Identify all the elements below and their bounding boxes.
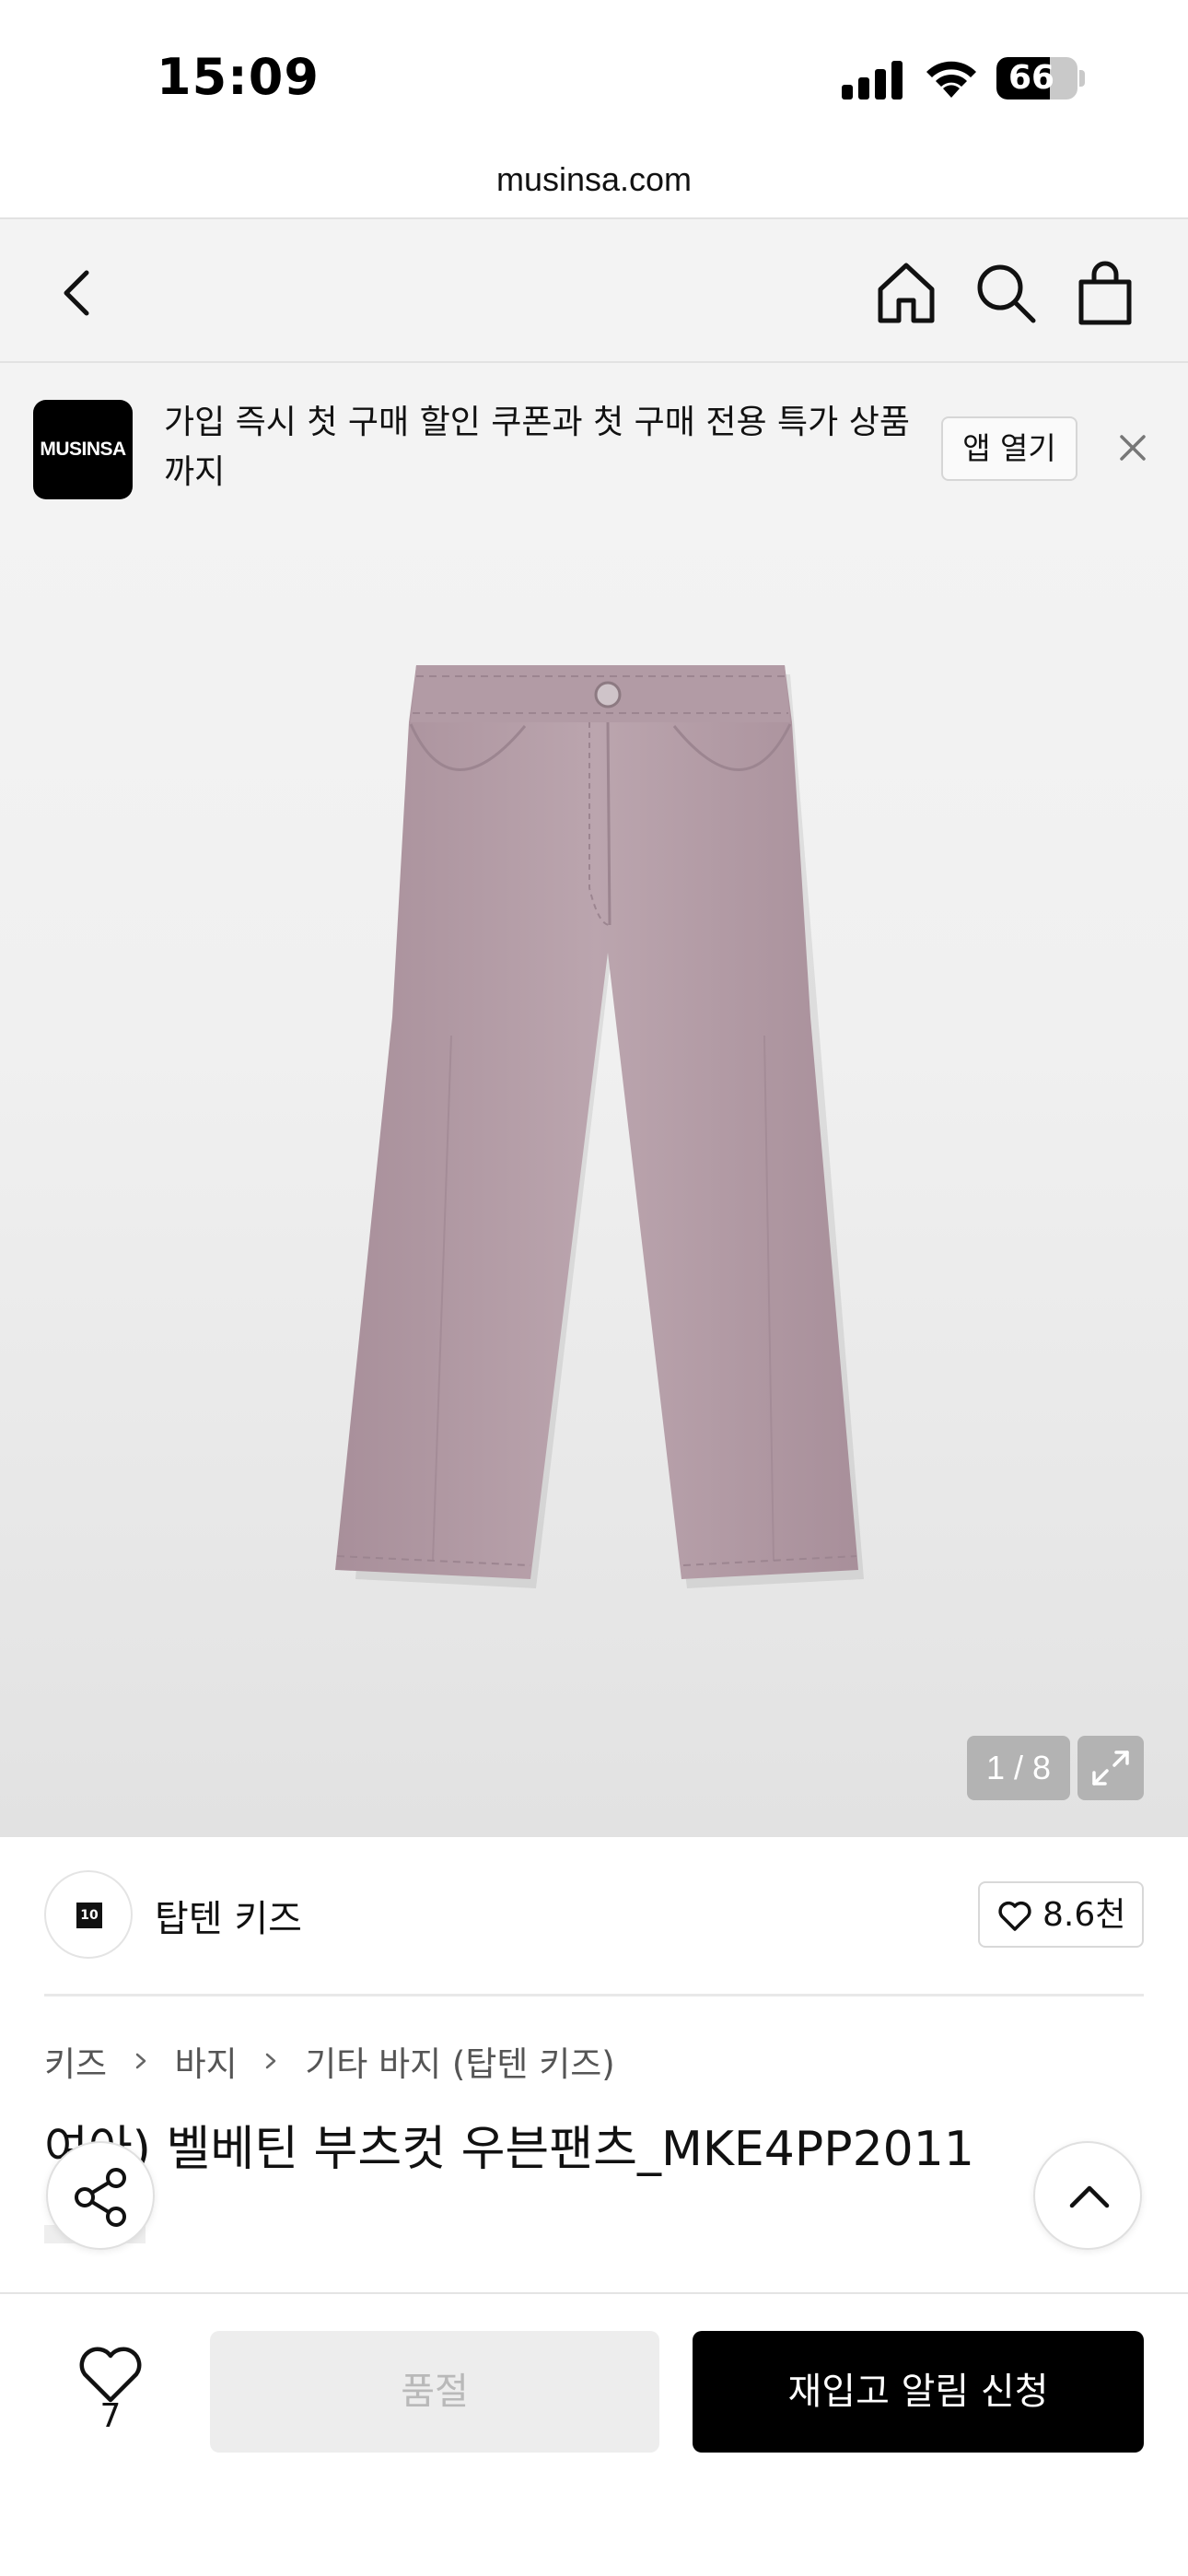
breadcrumb-item[interactable]: 기타 바지 (탑텐 키즈) — [305, 2036, 614, 2086]
home-icon[interactable] — [869, 256, 943, 330]
musinsa-logo: MUSINSA — [33, 400, 133, 499]
open-app-button[interactable]: 앱 열기 — [941, 416, 1077, 481]
breadcrumb: 키즈 바지 기타 바지 (탑텐 키즈) — [44, 2036, 615, 2086]
product-image-gallery[interactable]: 1 / 8 — [0, 510, 1188, 1837]
brand-like-button[interactable]: 8.6천 — [978, 1881, 1144, 1948]
share-icon — [75, 2168, 126, 2227]
chevron-up-icon — [1069, 2185, 1110, 2208]
cellular-signal-icon — [842, 61, 903, 100]
wishlist-count: 7 — [99, 2397, 122, 2435]
breadcrumb-item[interactable]: 바지 — [175, 2036, 238, 2086]
status-bar: 15:09 66 — [0, 0, 1188, 147]
battery-percent: 66 — [1007, 59, 1055, 97]
battery-cap — [1079, 70, 1085, 87]
expand-button[interactable] — [1077, 1736, 1144, 1800]
shopping-bag-icon[interactable] — [1068, 256, 1142, 330]
expand-icon — [1092, 1751, 1129, 1786]
chevron-right-icon — [135, 2053, 146, 2069]
scroll-to-top-button[interactable] — [1033, 2141, 1142, 2250]
brand-name[interactable]: 탑텐 키즈 — [155, 1889, 302, 1942]
restock-alert-button[interactable]: 재입고 알림 신청 — [693, 2331, 1144, 2453]
chevron-left-icon[interactable] — [41, 256, 114, 330]
wifi-icon — [926, 61, 976, 98]
brand-like-count: 8.6천 — [1042, 1896, 1126, 1934]
share-button[interactable] — [46, 2141, 155, 2250]
breadcrumb-item[interactable]: 키즈 — [44, 2036, 107, 2086]
url-bar[interactable]: musinsa.com — [0, 147, 1188, 217]
search-icon[interactable] — [969, 256, 1042, 330]
brand-logo-mark: 10 — [76, 1903, 102, 1928]
battery-icon: 66 — [996, 57, 1077, 100]
heart-icon — [998, 1901, 1031, 1931]
product-image — [335, 665, 864, 1588]
status-time: 15:09 — [157, 48, 320, 106]
soldout-button[interactable]: 품절 — [210, 2331, 659, 2453]
image-counter: 1 / 8 — [967, 1736, 1070, 1800]
top-nav — [0, 217, 1188, 363]
bottom-action-bar: 7 품절 재입고 알림 신청 — [0, 2292, 1188, 2576]
product-title: 여아) 벨베틴 부츠컷 우븐팬츠_MKE4PP2011 — [44, 2122, 974, 2177]
app-install-banner: MUSINSA 가입 즉시 첫 구매 할인 쿠폰과 첫 구매 전용 특가 상품까… — [0, 363, 1188, 510]
chevron-right-icon — [266, 2053, 276, 2069]
brand-row[interactable]: 10 탑텐 키즈 8.6천 — [0, 1837, 1188, 1994]
banner-message: 가입 즉시 첫 구매 할인 쿠폰과 첫 구매 전용 특가 상품까지 — [164, 404, 910, 491]
brand-logo[interactable]: 10 — [44, 1870, 133, 1959]
divider — [44, 1994, 1144, 1996]
close-icon[interactable] — [1114, 429, 1151, 466]
